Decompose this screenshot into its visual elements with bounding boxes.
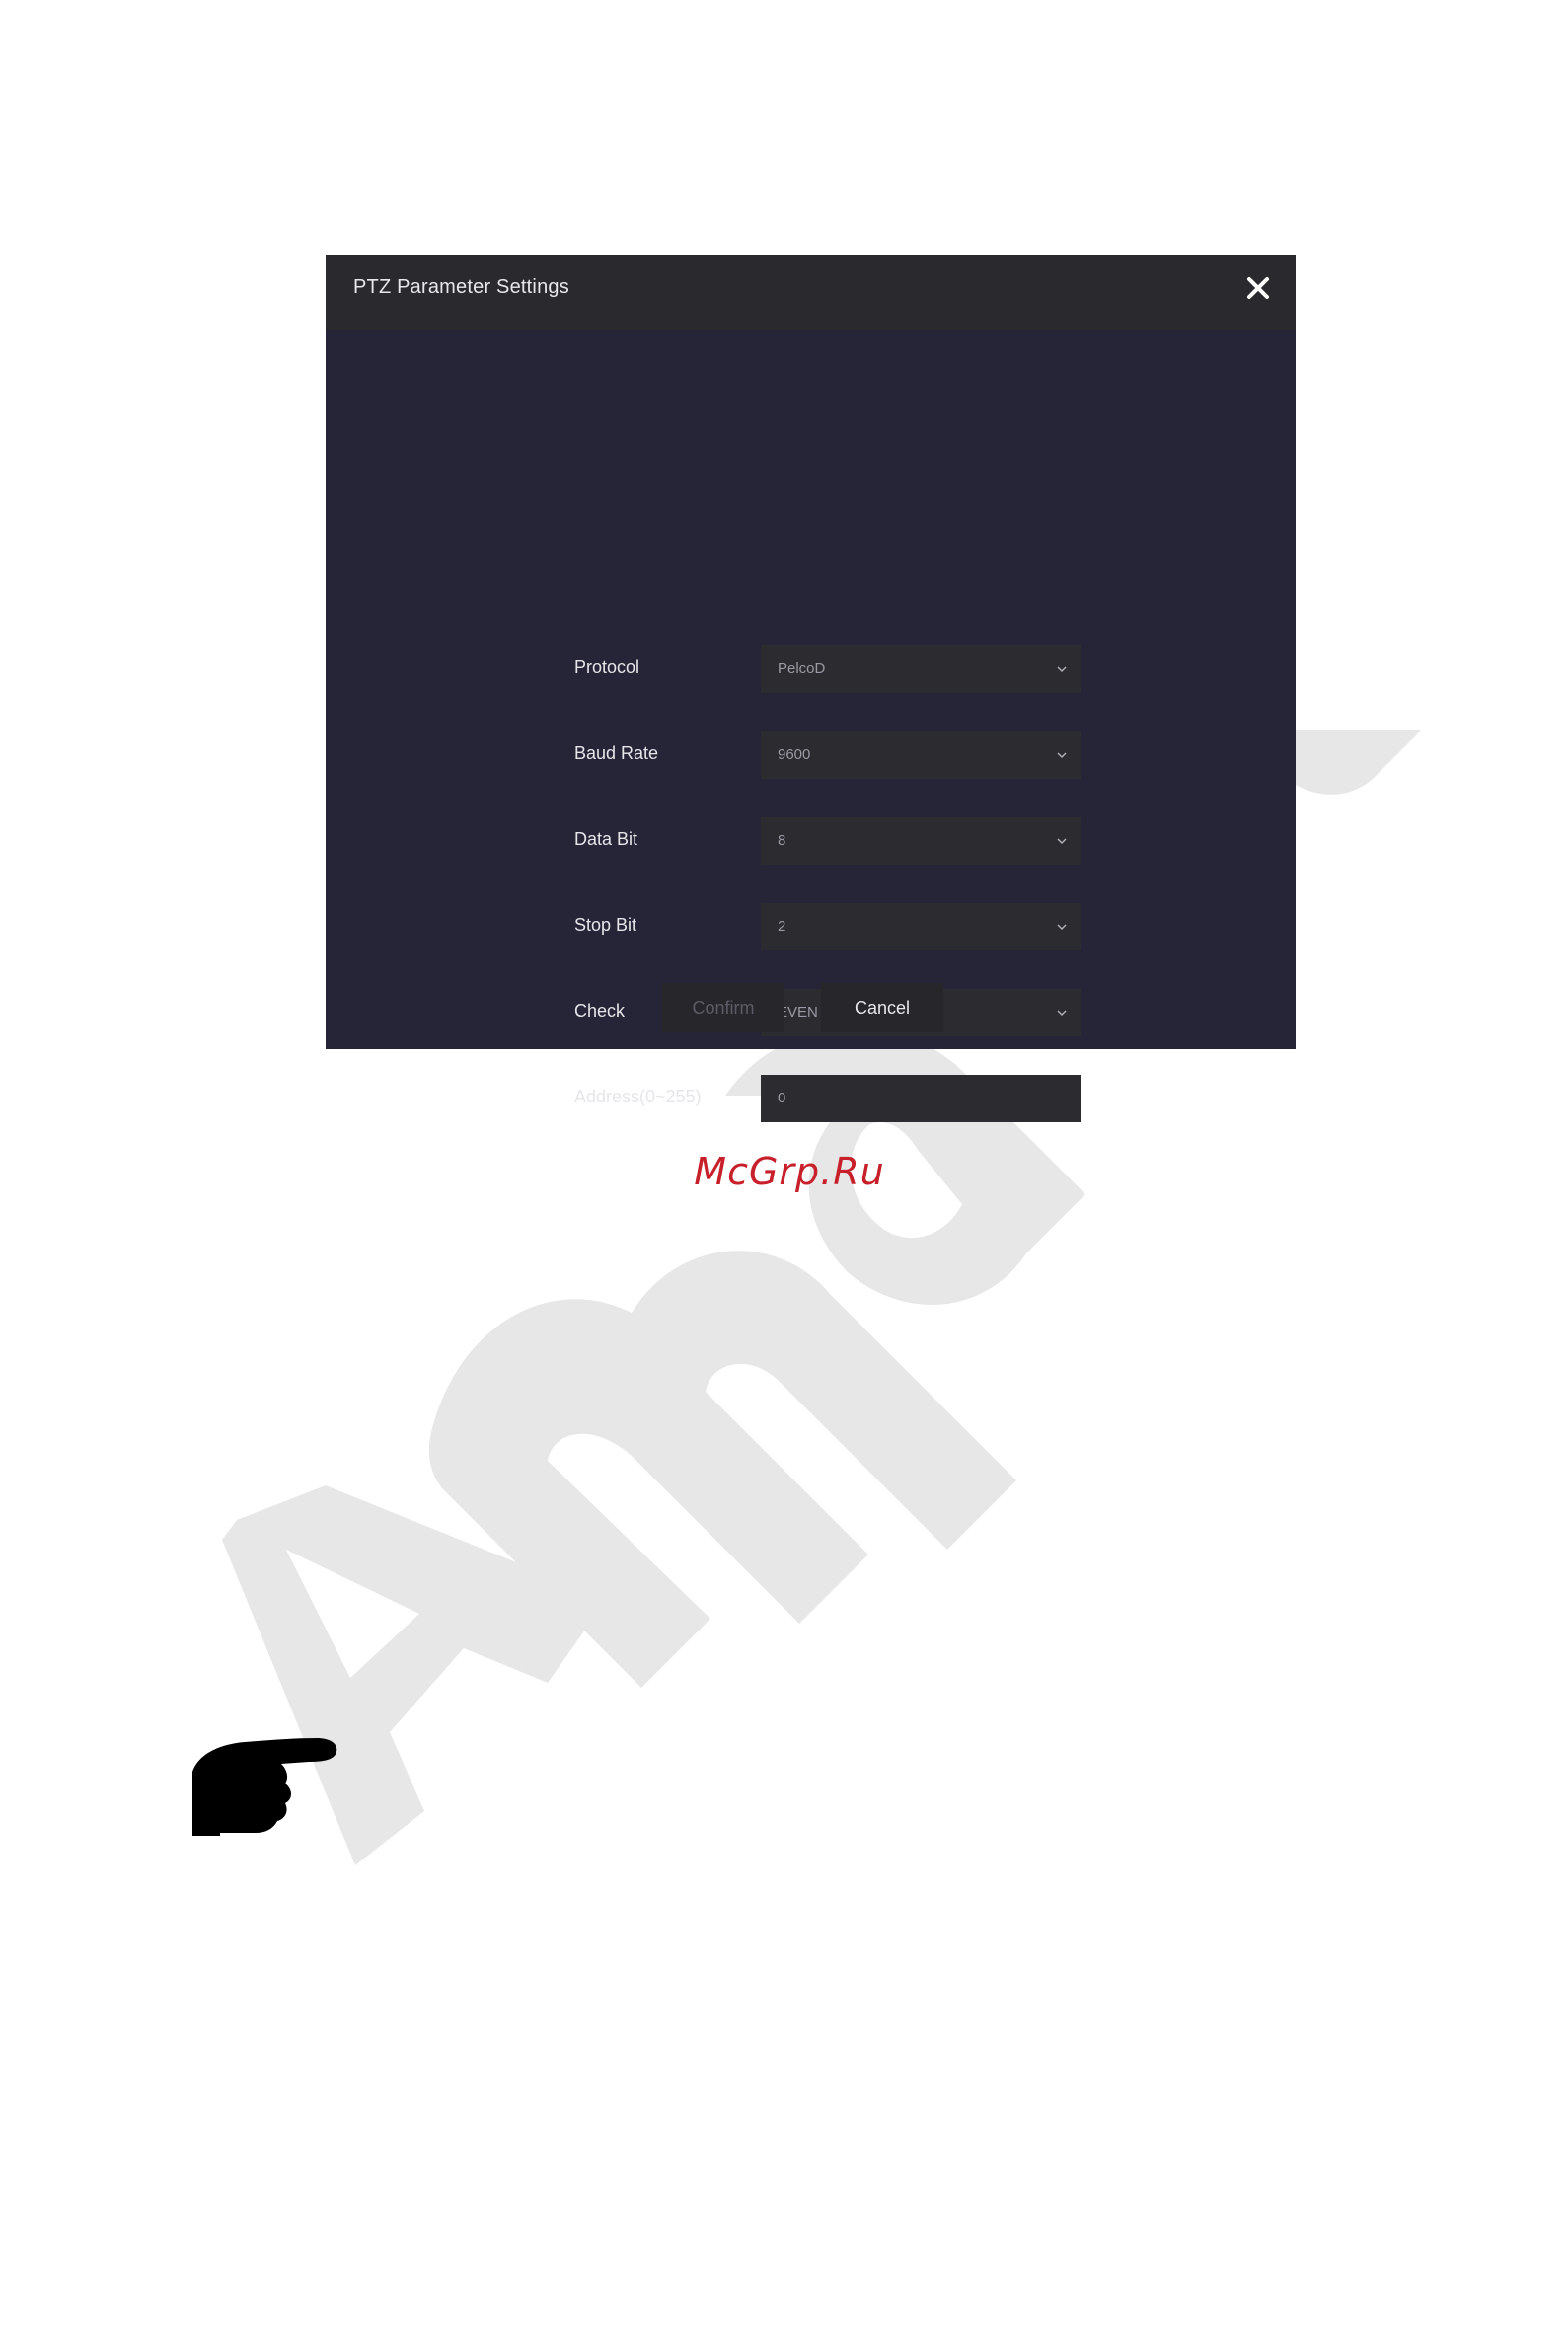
dialog-title: PTZ Parameter Settings: [353, 276, 569, 298]
address-label: Address(0~255): [574, 1087, 702, 1106]
manual-page: PTZ Parameter Settings Protocol PelcoD B…: [0, 0, 1568, 2352]
data-bit-label: Data Bit: [574, 829, 638, 849]
ptz-parameter-settings-dialog: PTZ Parameter Settings Protocol PelcoD B…: [326, 255, 1296, 1122]
chevron-down-icon: [1057, 666, 1067, 673]
chevron-down-icon: [1057, 752, 1067, 759]
confirm-button[interactable]: Confirm: [662, 983, 784, 1032]
form-row-data-bit: Data Bit 8: [326, 817, 1296, 865]
chevron-down-icon: [1057, 1010, 1067, 1017]
address-input[interactable]: 0: [761, 1075, 1081, 1122]
dialog-header: PTZ Parameter Settings: [326, 255, 1296, 330]
form-row-stop-bit: Stop Bit 2: [326, 903, 1296, 950]
data-bit-value: 8: [778, 832, 786, 849]
baud-rate-select[interactable]: 9600: [761, 731, 1081, 779]
form-row-baud-rate: Baud Rate 9600: [326, 731, 1296, 779]
form-row-address: Address(0~255) 0: [326, 1075, 1296, 1122]
stop-bit-label: Stop Bit: [574, 915, 637, 935]
baud-rate-label: Baud Rate: [574, 743, 659, 763]
protocol-value: PelcoD: [778, 660, 826, 677]
protocol-label: Protocol: [574, 657, 640, 677]
close-icon: [1247, 277, 1269, 299]
protocol-select[interactable]: PelcoD: [761, 645, 1081, 693]
chevron-down-icon: [1057, 924, 1067, 931]
baud-rate-value: 9600: [778, 746, 811, 763]
form-row-check: Check EVEN: [326, 989, 1296, 1036]
stop-bit-value: 2: [778, 918, 786, 935]
close-button[interactable]: [1240, 270, 1276, 306]
pointing-hand-icon: [192, 1738, 337, 1836]
form-row-protocol: Protocol PelcoD: [326, 645, 1296, 693]
chevron-down-icon: [1057, 838, 1067, 845]
stop-bit-select[interactable]: 2: [761, 903, 1081, 950]
address-value: 0: [778, 1090, 786, 1106]
cancel-button[interactable]: Cancel: [821, 983, 943, 1032]
data-bit-select[interactable]: 8: [761, 817, 1081, 865]
check-label: Check: [574, 1001, 626, 1021]
site-credit-text: McGrp.Ru: [694, 1150, 885, 1193]
